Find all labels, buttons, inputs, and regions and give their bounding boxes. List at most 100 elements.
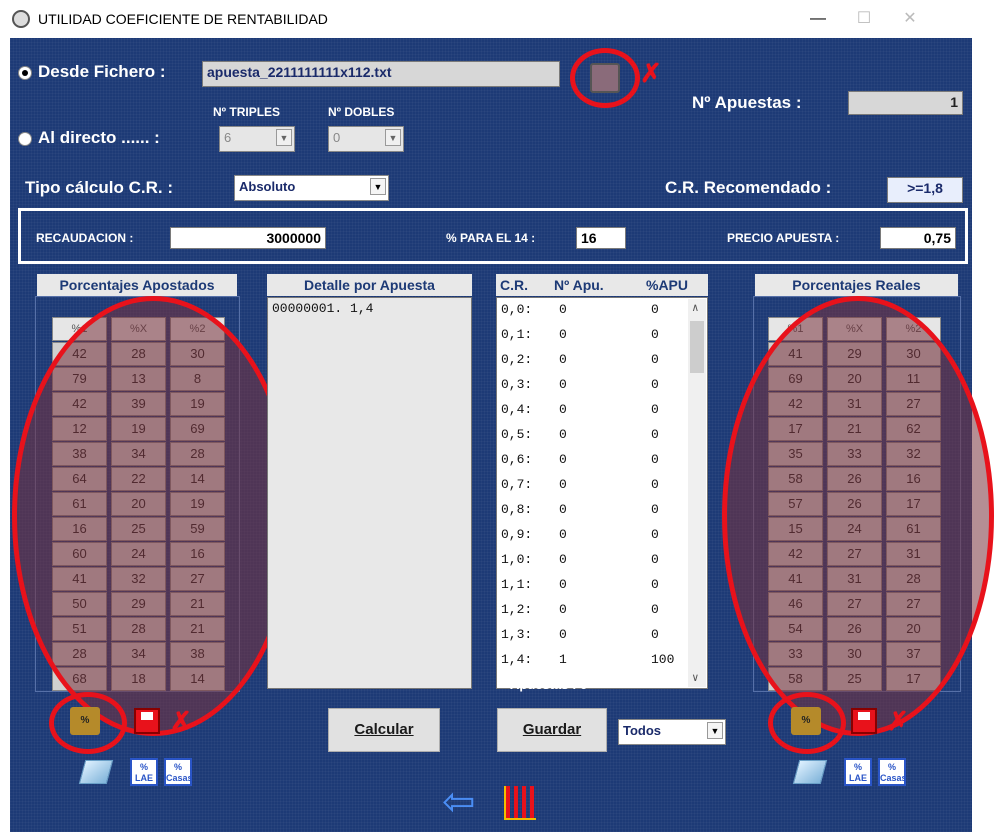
pct-lae-icon[interactable]: % LAE [844, 758, 872, 786]
cr-cell-n: 0 [559, 452, 567, 467]
cr-list-row[interactable]: 0,0: 0 0 [501, 302, 686, 321]
maximize-button[interactable]: ☐ [841, 4, 887, 34]
cr-cell-p: 0 [651, 602, 659, 617]
cr-list-row[interactable]: 0,6: 0 0 [501, 452, 686, 471]
para14-label: % PARA EL 14 : [446, 231, 536, 245]
recaudacion-label: RECAUDACION : [36, 231, 134, 245]
num-bets-label: Nº Apuestas : [692, 93, 802, 112]
recaudacion-field[interactable]: 3000000 [170, 227, 326, 249]
cr-list-row[interactable]: 1,2: 0 0 [501, 602, 686, 621]
cr-cell-p: 100 [651, 652, 675, 667]
pct-lae-icon[interactable]: % LAE [130, 758, 158, 786]
calc-type-select[interactable]: Absoluto ▼ [234, 175, 389, 201]
calcular-label: Calcular [354, 721, 414, 738]
minimize-button[interactable]: — [795, 4, 841, 34]
cr-cell-cr: 0,9: [501, 527, 533, 542]
cr-cell-cr: 1,0: [501, 552, 533, 567]
cr-cell-cr: 0,2: [501, 352, 533, 367]
cr-cell-n: 0 [559, 352, 567, 367]
highlight-ellipse-reales [722, 296, 994, 736]
title-bar: UTILIDAD COEFICIENTE DE RENTABILIDAD — ☐… [0, 0, 994, 38]
cr-cell-n: 0 [559, 552, 567, 567]
chevron-down-icon: ▼ [707, 722, 723, 739]
direct-label: Al directo ...... : [38, 128, 160, 147]
cr-cell-n: 1 [559, 652, 567, 667]
cr-list-row[interactable]: 0,4: 0 0 [501, 402, 686, 421]
pct-apu-header: %APU [646, 277, 689, 293]
cr-cell-cr: 0,0: [501, 302, 533, 317]
folder-pct-icon[interactable]: % [791, 707, 821, 735]
radio-direct[interactable] [18, 132, 32, 146]
cr-cell-cr: 0,7: [501, 477, 533, 492]
cr-list-scrollbar[interactable]: ∧ ∨ [688, 299, 706, 687]
precio-field[interactable]: 0,75 [880, 227, 956, 249]
cr-list-row[interactable]: 0,7: 0 0 [501, 477, 686, 496]
from-file-label: Desde Fichero : [38, 62, 166, 81]
close-button[interactable]: ✕ [887, 4, 933, 34]
pct-casas-icon[interactable]: % Casas [878, 758, 907, 786]
scroll-down-icon[interactable]: ∨ [692, 671, 699, 685]
pct-casas-icon[interactable]: % Casas [164, 758, 193, 786]
clear-pct-icon[interactable]: ✗ [170, 708, 192, 734]
filter-select[interactable]: Todos ▼ [618, 719, 726, 745]
scroll-up-icon[interactable]: ∧ [692, 301, 699, 315]
highlight-ellipse-apostados [12, 296, 295, 736]
cr-cell-n: 0 [559, 327, 567, 342]
floppy-icon[interactable] [590, 63, 620, 93]
cr-list-row[interactable]: 0,3: 0 0 [501, 377, 686, 396]
cr-cell-n: 0 [559, 502, 567, 517]
cr-cell-cr: 0,5: [501, 427, 533, 442]
cr-list-row[interactable]: 1,4: 1 100 [501, 652, 686, 671]
cr-cell-cr: 0,1: [501, 327, 533, 342]
para14-field[interactable]: 16 [576, 227, 626, 249]
doubles-select[interactable]: 0 ▼ [328, 126, 404, 152]
cr-cell-p: 0 [651, 352, 659, 367]
calcular-button[interactable]: Calcular [328, 708, 440, 752]
guardar-label: Guardar [522, 721, 582, 738]
clear-file-icon[interactable]: ✗ [640, 60, 662, 86]
cr-cell-cr: 1,4: [501, 652, 533, 667]
cr-list-row[interactable]: 0,5: 0 0 [501, 427, 686, 446]
cr-list-row[interactable]: 1,3: 0 0 [501, 627, 686, 646]
file-path-field[interactable]: apuesta_2211111111x112.txt [202, 61, 560, 87]
num-apu-header: Nº Apu. [554, 277, 604, 293]
cr-list-row[interactable]: 0,1: 0 0 [501, 327, 686, 346]
filter-value: Todos [623, 723, 662, 738]
chart-icon[interactable] [504, 786, 536, 820]
chevron-down-icon: ▼ [385, 129, 401, 146]
paper-icon[interactable] [792, 760, 828, 784]
radio-from-file[interactable] [18, 66, 32, 80]
cr-cell-n: 0 [559, 477, 567, 492]
triples-value: 6 [224, 130, 232, 145]
save-pct-icon[interactable] [851, 708, 877, 734]
cr-cell-p: 0 [651, 302, 659, 317]
scroll-thumb[interactable] [690, 321, 704, 373]
cr-list-row[interactable]: 1,1: 0 0 [501, 577, 686, 596]
main-panel: Desde Fichero : apuesta_2211111111x112.t… [10, 38, 994, 832]
clear-pct-icon[interactable]: ✗ [887, 708, 909, 734]
back-arrow-icon[interactable]: ⇦ [442, 782, 476, 822]
detalle-text[interactable]: 00000001. 1,4 [267, 297, 472, 689]
cr-cell-n: 0 [559, 527, 567, 542]
guardar-button[interactable]: Guardar [497, 708, 607, 752]
recommended-value: >=1,8 [887, 177, 963, 203]
cr-cell-n: 0 [559, 427, 567, 442]
triples-select[interactable]: 6 ▼ [219, 126, 295, 152]
cr-list[interactable]: ∧ ∨ 0,0: 0 0 0,1: 0 0 0,2: 0 0 0,3: 0 0 0,4: 0 0 0,5: 0 0… [496, 297, 708, 689]
apuestas-count: Apuestas : 0 [510, 677, 588, 692]
num-bets-field: 1 [848, 91, 963, 115]
cr-list-row[interactable]: 0,9: 0 0 [501, 527, 686, 546]
calc-type-value: Absoluto [239, 179, 296, 194]
cr-cell-p: 0 [651, 402, 659, 417]
precio-label: PRECIO APUESTA : [727, 231, 840, 245]
window-title: UTILIDAD COEFICIENTE DE RENTABILIDAD [38, 11, 328, 27]
cr-cell-p: 0 [651, 452, 659, 467]
save-pct-icon[interactable] [134, 708, 160, 734]
apostados-title: Porcentajes Apostados [37, 274, 237, 296]
cr-list-row[interactable]: 0,8: 0 0 [501, 502, 686, 521]
cr-list-row[interactable]: 1,0: 0 0 [501, 552, 686, 571]
doubles-label: Nº DOBLES [328, 105, 395, 119]
cr-list-row[interactable]: 0,2: 0 0 [501, 352, 686, 371]
folder-pct-icon[interactable]: % [70, 707, 100, 735]
paper-icon[interactable] [78, 760, 114, 784]
